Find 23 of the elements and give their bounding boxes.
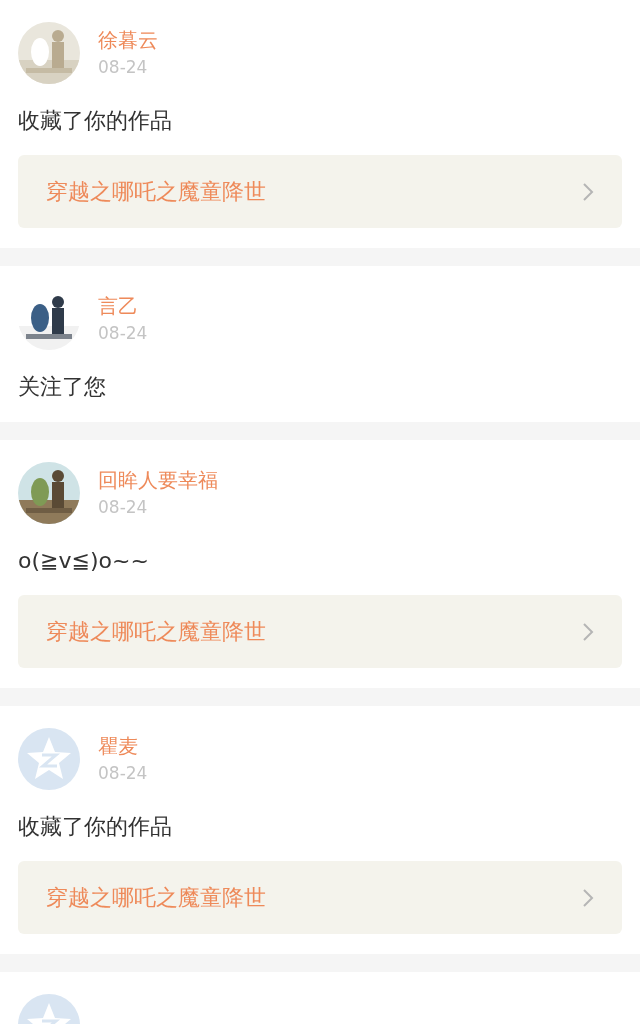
user-name[interactable]: 回眸人要幸福 [98, 466, 218, 494]
user-name[interactable]: 言乙 [98, 292, 138, 320]
date: 08-24 [98, 762, 148, 785]
message-text: 收藏了你的作品 [18, 813, 172, 841]
work-link[interactable]: 穿越之哪吒之魔童降世 [18, 155, 622, 228]
message-text: o(≧v≦)o~~ [18, 547, 149, 575]
date: 08-24 [98, 56, 148, 79]
message-text: 收藏了你的作品 [18, 107, 172, 135]
work-link[interactable]: 穿越之哪吒之魔童降世 [18, 595, 622, 668]
default-avatar-icon[interactable] [18, 728, 80, 790]
chevron-right-icon [582, 621, 594, 642]
message-text: 关注了您 [18, 373, 106, 401]
date: 08-24 [98, 322, 148, 345]
user-name[interactable]: 瞿麦 [98, 732, 138, 760]
notification-card[interactable]: 瞿麦 08-24 收藏了你的作品 穿越之哪吒之魔童降世 [0, 706, 640, 954]
notification-card[interactable]: 言乙 08-24 关注了您 [0, 266, 640, 422]
work-link[interactable]: 穿越之哪吒之魔童降世 [18, 861, 622, 934]
user-name[interactable]: 徐暮云 [98, 26, 158, 54]
notification-card[interactable]: 回眸人要幸福 08-24 o(≧v≦)o~~ 穿越之哪吒之魔童降世 [0, 440, 640, 688]
date: 08-24 [98, 496, 148, 519]
notification-card[interactable]: 徐暮云 08-24 收藏了你的作品 穿越之哪吒之魔童降世 [0, 0, 640, 248]
chevron-right-icon [582, 887, 594, 908]
chevron-right-icon [582, 181, 594, 202]
